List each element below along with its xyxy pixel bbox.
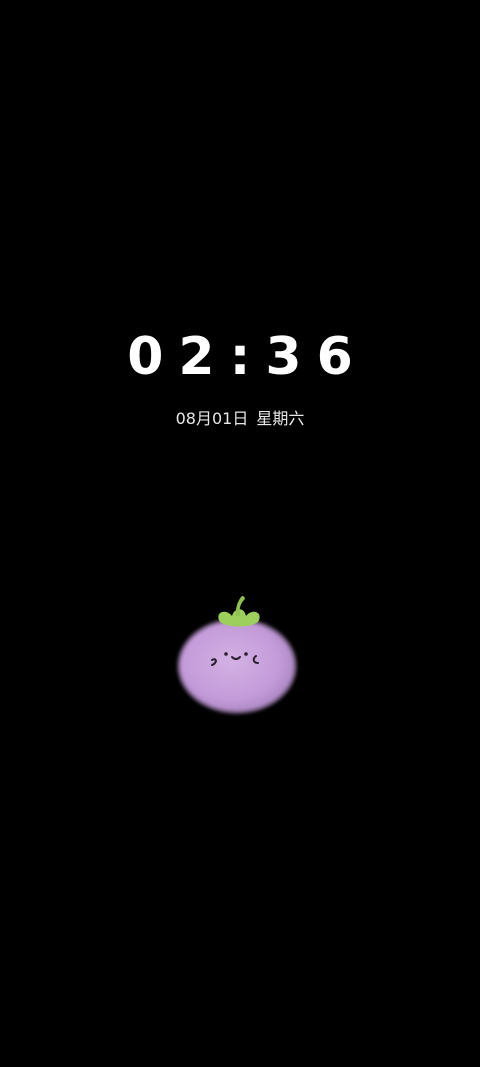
- lock-clock: 02:36: [127, 327, 368, 387]
- leaf-icon: [218, 596, 260, 627]
- lock-weekday: 星期六: [256, 409, 305, 428]
- lock-date: 08月01日: [175, 409, 249, 428]
- lock-date-line: 08月01日 星期六: [0, 408, 480, 430]
- lock-screen: 02:36 08月01日 星期六: [0, 0, 480, 1067]
- mangosteen-icon: [177, 596, 297, 714]
